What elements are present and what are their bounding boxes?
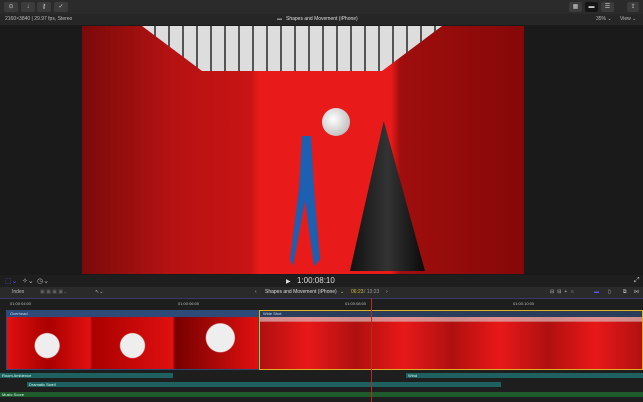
playhead[interactable]	[371, 298, 372, 402]
select-tool-icon[interactable]: ↖⌄	[95, 287, 103, 298]
share-icon[interactable]: ⇪	[627, 2, 639, 12]
top-toolbar: ⊙ ↓ ⚷ ✓ ▦ ▬ ☰ ⇪	[0, 0, 643, 14]
inspector-icon[interactable]: ☰	[601, 2, 614, 12]
back-arrow-icon[interactable]: ‹	[255, 287, 257, 298]
viewer-info-bar: 2160×3840 | 29.97 fps, Stereo ▬ Shapes a…	[0, 14, 643, 25]
play-button[interactable]: ▶	[286, 278, 291, 285]
effects-browser-icon[interactable]: ⧉	[623, 287, 627, 298]
speed-icon[interactable]: ◷⌄	[37, 277, 49, 285]
pyramid	[350, 121, 425, 271]
ruler-tick: 01:00:10:00	[513, 301, 535, 306]
video-clip[interactable]: Overhead	[6, 310, 259, 370]
timeline-toolbar: Index ▣ ▣ ▣ ▣⌄ ↖⌄ ‹ Shapes and Movement …	[0, 287, 643, 298]
timecode-display[interactable]: 1:00:08:10	[297, 276, 335, 285]
media-import-icon[interactable]: ⊙	[4, 2, 18, 12]
duration-time: / 13:23	[364, 289, 380, 295]
view-menu[interactable]: View ⌄	[620, 14, 636, 25]
viewer-icon[interactable]: ▬	[585, 2, 598, 12]
format-info: 2160×3840 | 29.97 fps, Stereo	[5, 16, 73, 22]
timeline-ruler[interactable]: 01:00:04:00 01:00:06:00 01:00:08:00 01:0…	[0, 298, 643, 309]
view-label: View	[620, 16, 631, 22]
skimming-icon[interactable]: ▬	[594, 287, 599, 298]
ruler-tick: 01:00:08:00	[345, 301, 367, 306]
clip-thumbnails	[7, 317, 258, 369]
position-time: 06:23	[351, 289, 364, 295]
audio-clip[interactable]: Room Ambience	[0, 373, 173, 378]
audio-clip[interactable]: Wind	[406, 373, 643, 378]
ruler-tick: 01:00:06:00	[178, 301, 200, 306]
grid-view-icon[interactable]: ▦	[569, 2, 582, 12]
sphere	[322, 108, 350, 136]
zoom-select[interactable]: 35% ⌄	[596, 14, 612, 25]
clip-thumbnails	[260, 317, 642, 369]
fullscreen-icon[interactable]: ⤢	[634, 277, 640, 285]
audio-clip[interactable]: Dramatic Swell	[27, 382, 501, 387]
key-icon[interactable]: ⚷	[37, 2, 51, 12]
zoom-value: 35%	[596, 16, 607, 22]
ceiling-lights	[142, 26, 442, 71]
project-title: Shapes and Movement (iPhone)	[286, 16, 358, 22]
edit-buttons-icon[interactable]: ▣ ▣ ▣ ▣⌄	[40, 287, 67, 298]
ruler-tick: 01:00:04:00	[10, 301, 32, 306]
index-button[interactable]: Index	[12, 287, 24, 298]
transform-icon[interactable]: ⬚⌄	[5, 277, 17, 285]
video-frame	[82, 26, 524, 274]
forward-arrow-icon[interactable]: ›	[386, 287, 388, 298]
transitions-icon[interactable]: ⋈	[634, 287, 639, 298]
timeline-tools-icon[interactable]: ⊟⊟+∩	[550, 287, 577, 298]
clip-appearance-icon[interactable]: ▯	[608, 287, 611, 298]
viewer[interactable]	[0, 25, 643, 275]
project-chevron-icon[interactable]: ⌄	[340, 287, 344, 298]
enhance-icon[interactable]: ✧⌄	[22, 277, 34, 285]
download-icon[interactable]: ↓	[21, 2, 35, 12]
video-clip-selected[interactable]: Wide Shot	[259, 310, 643, 370]
film-icon: ▬	[277, 16, 282, 22]
check-circle-icon[interactable]: ✓	[54, 2, 68, 12]
audio-clip[interactable]: Music Score	[0, 392, 643, 397]
duration-value: 13:23	[366, 289, 380, 295]
timeline-project-name[interactable]: Shapes and Movement (iPhone)	[265, 287, 337, 298]
person	[290, 136, 320, 266]
